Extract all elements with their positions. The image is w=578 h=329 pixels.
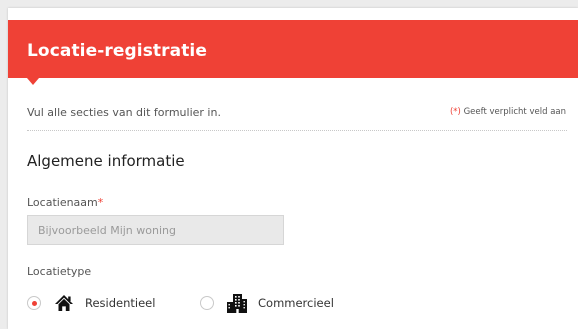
section-divider [27, 130, 567, 131]
form-title: Locatie-registratie [27, 41, 207, 61]
form-instructions: Vul alle secties van dit formulier in. [27, 106, 221, 119]
house-icon [53, 292, 75, 314]
required-asterisk: * [97, 196, 104, 209]
location-name-label-text: Locatienaam [27, 196, 98, 209]
radio-residential[interactable] [27, 296, 41, 310]
required-note-marker: (*) [449, 107, 461, 117]
radio-option-commercial[interactable]: Commercieel [200, 290, 334, 316]
registration-panel: Locatie-registratie Vul alle secties van… [8, 8, 578, 329]
location-name-label: Locatienaam* [27, 196, 103, 209]
form-header: Locatie-registratie [8, 20, 578, 78]
required-field-note: (*) Geeft verplicht veld aan [450, 107, 566, 117]
radio-commercial-label: Commercieel [258, 296, 334, 310]
required-note-text: Geeft verplicht veld aan [463, 107, 566, 117]
radio-commercial[interactable] [200, 296, 214, 310]
location-name-input[interactable] [27, 215, 284, 245]
section-title: Algemene informatie [27, 152, 185, 170]
header-pointer [27, 78, 39, 85]
radio-residential-label: Residentieel [85, 296, 156, 310]
radio-option-residential[interactable]: Residentieel [27, 290, 155, 316]
office-building-icon [226, 292, 248, 314]
location-type-label: Locatietype [27, 265, 92, 278]
